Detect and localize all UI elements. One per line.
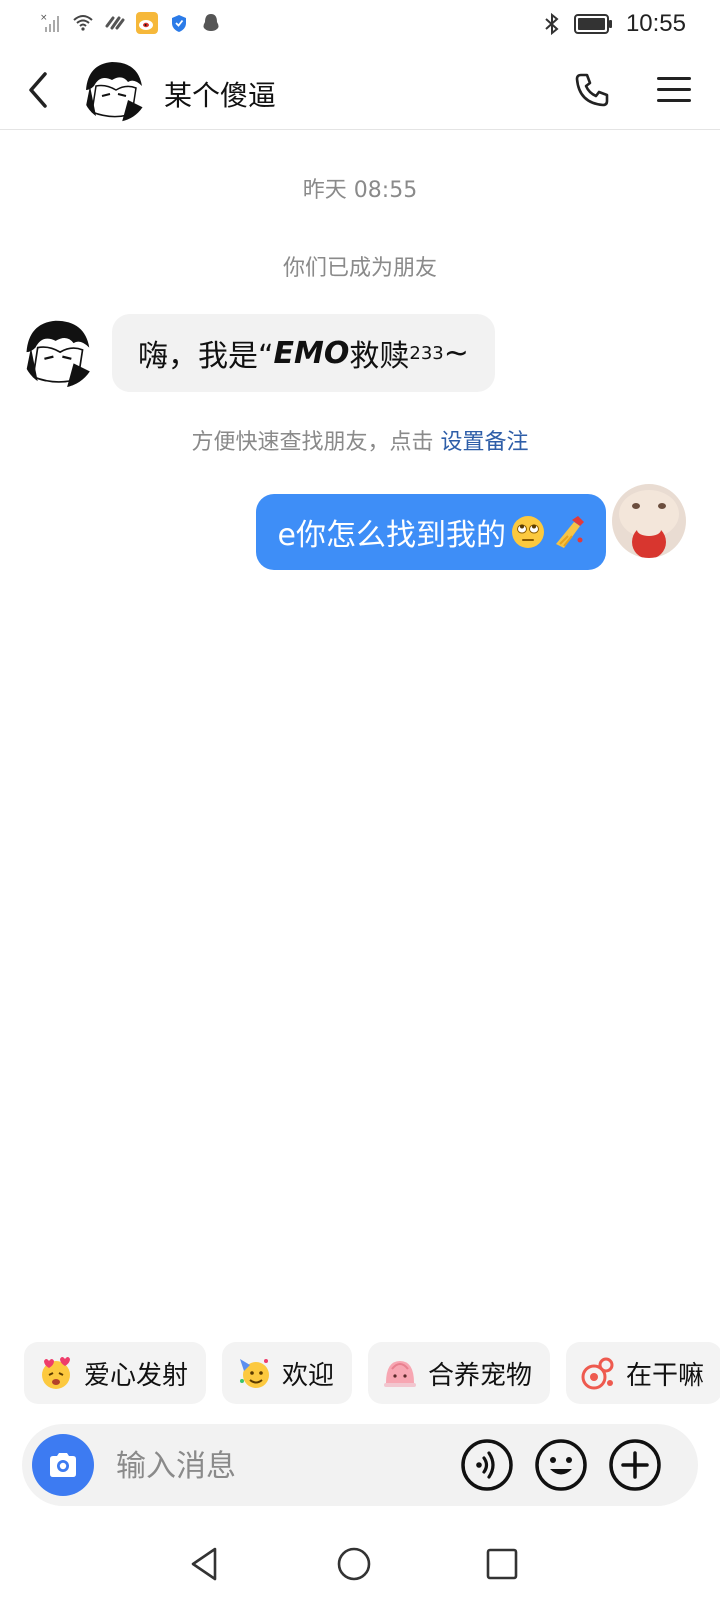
avatar-illustration xyxy=(82,56,148,122)
outgoing-message-text: e你怎么找到我的 xyxy=(277,518,506,553)
nav-recents-button[interactable] xyxy=(478,1540,526,1588)
svg-text:×: × xyxy=(40,13,48,23)
status-time: 10:55 xyxy=(625,10,686,37)
message-input-bar xyxy=(22,1424,698,1506)
signal-off-icon: × xyxy=(40,13,59,32)
chip-label: 在干嘛 xyxy=(626,1360,705,1391)
status-icons-right: 10:55 xyxy=(542,10,686,38)
home-circle-icon xyxy=(337,1547,371,1581)
qq-icon xyxy=(203,14,219,31)
message-text-superscript: 233 xyxy=(409,342,444,364)
menu-icon xyxy=(657,77,691,102)
recents-square-icon xyxy=(486,1548,518,1580)
message-text-prefix: 嗨，我是“ xyxy=(138,339,274,374)
nav-back-button[interactable] xyxy=(180,1540,228,1588)
avatar-photo xyxy=(612,484,686,558)
nav-home-button[interactable] xyxy=(330,1540,378,1588)
my-avatar[interactable] xyxy=(612,484,686,558)
message-text-tail: ~ xyxy=(443,335,469,371)
quick-reply-chips: 爱心发射 欢迎 合养宠物 在干嘛 xyxy=(24,1342,720,1404)
chat-header: 某个傻逼 xyxy=(0,52,720,130)
weibo-icon xyxy=(136,12,158,34)
message-text-suffix: 救赎 xyxy=(349,339,410,374)
chip-label: 欢迎 xyxy=(282,1360,335,1391)
incoming-message-bubble[interactable]: 嗨，我是“ EMO 救赎 233 ~ xyxy=(112,314,495,392)
bluetooth-icon xyxy=(545,12,559,36)
plus-icon xyxy=(609,1439,661,1491)
doing-emoji xyxy=(581,1357,614,1390)
chip-label: 爱心发射 xyxy=(84,1360,189,1391)
message-timestamp: 昨天 08:55 xyxy=(302,178,418,203)
friend-notice: 你们已成为朋友 xyxy=(282,256,437,281)
outgoing-message-bubble[interactable]: e你怎么找到我的 xyxy=(255,494,606,570)
smile-icon xyxy=(535,1439,587,1491)
contact-avatar[interactable] xyxy=(82,56,148,122)
back-triangle-icon xyxy=(191,1547,217,1581)
plus-button[interactable] xyxy=(608,1438,662,1492)
remark-hint-text: 方便快速查找朋友，点击 xyxy=(191,430,441,455)
set-remark-link[interactable]: 设置备注 xyxy=(440,430,528,455)
message-input[interactable] xyxy=(116,1446,436,1486)
menu-button[interactable] xyxy=(650,66,698,114)
camera-icon xyxy=(50,1453,76,1477)
nail-polish-emoji xyxy=(556,516,584,548)
remark-hint: 方便快速查找朋友，点击 设置备注 xyxy=(0,424,720,456)
chip-label: 合养宠物 xyxy=(428,1360,533,1391)
contact-name: 某个傻逼 xyxy=(164,79,277,112)
incoming-avatar[interactable] xyxy=(22,314,96,388)
back-button[interactable] xyxy=(14,66,62,114)
voice-button[interactable] xyxy=(460,1438,514,1492)
chip-co-raise-pet[interactable]: 合养宠物 xyxy=(368,1342,551,1404)
eye-roll-emoji xyxy=(512,516,544,548)
camera-button[interactable] xyxy=(32,1434,94,1496)
chip-what-doing[interactable]: 在干嘛 xyxy=(566,1342,720,1404)
status-icons-left: × xyxy=(40,12,222,34)
status-bar: × 10:55 xyxy=(0,0,720,52)
voice-icon xyxy=(461,1439,513,1491)
system-nav-bar xyxy=(0,1526,720,1600)
message-text-emphasis: EMO xyxy=(273,335,350,371)
battery-icon xyxy=(573,14,612,34)
pet-emoji xyxy=(384,1361,417,1387)
chevron-left-icon xyxy=(29,72,47,108)
phone-icon xyxy=(575,73,609,107)
chip-welcome[interactable]: 欢迎 xyxy=(222,1342,353,1404)
link-icon xyxy=(105,16,125,30)
call-button[interactable] xyxy=(568,66,616,114)
shield-icon xyxy=(172,15,186,32)
avatar-illustration xyxy=(22,314,96,388)
wifi-icon xyxy=(73,15,93,31)
chip-heart-launch[interactable]: 爱心发射 xyxy=(24,1342,207,1404)
party-emoji xyxy=(240,1359,270,1388)
heart-face-emoji xyxy=(42,1357,70,1389)
emoji-button[interactable] xyxy=(534,1438,588,1492)
